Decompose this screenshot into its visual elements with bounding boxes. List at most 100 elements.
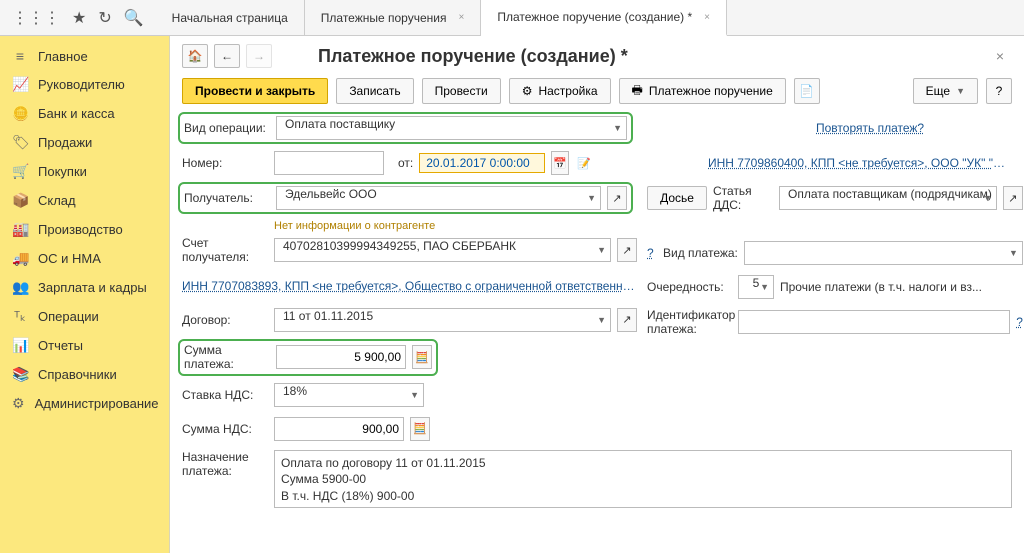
inn-link[interactable]: ИНН 7709860400, КПП <не требуется>, ООО …: [708, 156, 1012, 170]
tab-payment-order-create[interactable]: Платежное поручение (создание) *×: [481, 0, 727, 36]
star-icon[interactable]: ★: [72, 8, 86, 28]
vat-amount-input[interactable]: [274, 417, 404, 441]
more-button[interactable]: Еще▼: [913, 78, 978, 104]
chevron-down-icon: ▼: [613, 123, 622, 133]
contract-label: Договор:: [182, 313, 268, 327]
priority-text: Прочие платежи (в т.ч. налоги и вз...: [780, 280, 982, 294]
tab-bar: Начальная страница Платежные поручения× …: [156, 0, 727, 35]
save-button[interactable]: Записать: [336, 78, 413, 104]
calculator-icon[interactable]: 🧮: [410, 417, 430, 441]
forward-button[interactable]: →: [246, 44, 272, 68]
purpose-textarea[interactable]: Оплата по договору 11 от 01.11.2015 Сумм…: [274, 450, 1012, 508]
sidebar-item-bank[interactable]: 🪙Банк и касса: [0, 99, 169, 128]
close-icon[interactable]: ×: [458, 12, 464, 23]
sidebar-item-label: Банк и касса: [38, 106, 115, 121]
box-icon: 📦: [12, 192, 28, 209]
help-icon[interactable]: ?: [1016, 315, 1023, 329]
close-page-button[interactable]: ×: [988, 44, 1012, 68]
sidebar-item-purchases[interactable]: 🛒Покупки: [0, 157, 169, 186]
apps-icon[interactable]: ⋮⋮⋮: [12, 8, 60, 28]
purpose-label: Назначение платежа:: [182, 450, 268, 479]
date-input[interactable]: 20.01.2017 0:00:00: [419, 153, 545, 173]
open-icon[interactable]: ↗: [1003, 186, 1023, 210]
gear-icon: ⚙: [522, 84, 533, 98]
menu-icon: ≡: [12, 48, 28, 64]
amount-input[interactable]: [276, 345, 406, 369]
tab-home[interactable]: Начальная страница: [156, 0, 305, 35]
open-icon[interactable]: ↗: [617, 308, 637, 332]
settings-button[interactable]: ⚙Настройка: [509, 78, 611, 104]
payment-type-select[interactable]: ▼: [744, 241, 1023, 265]
contract-select[interactable]: 11 от 01.11.2015 ▼: [274, 308, 611, 332]
dds-label: Статья ДДС:: [713, 184, 773, 212]
chevron-down-icon: ▼: [760, 282, 769, 292]
chevron-down-icon: ▼: [587, 193, 596, 203]
attach-button[interactable]: 📄: [794, 78, 820, 104]
chevron-down-icon: ▼: [956, 86, 965, 96]
open-icon[interactable]: ↗: [607, 186, 627, 210]
chevron-down-icon: ▼: [1009, 248, 1018, 258]
dds-select[interactable]: Оплата поставщикам (подрядчикам) ▼: [779, 186, 997, 210]
print-button[interactable]: 🖶Платежное поручение: [619, 78, 786, 104]
help-button[interactable]: ?: [986, 78, 1012, 104]
priority-label: Очередность:: [647, 280, 732, 294]
cart-icon: 🛒: [12, 163, 28, 180]
sidebar-item-assets[interactable]: 🚚 ОС и НМА: [0, 244, 169, 273]
sidebar-item-admin[interactable]: ⚙Администрирование: [0, 389, 169, 418]
chevron-down-icon: ▼: [597, 245, 606, 255]
chart-icon: 📈: [12, 76, 28, 93]
post-button[interactable]: Провести: [422, 78, 501, 104]
ledger-icon: ᵀₖ: [12, 308, 28, 325]
sidebar-item-warehouse[interactable]: 📦Склад: [0, 186, 169, 215]
vat-rate-select[interactable]: 18% ▼: [274, 383, 424, 407]
sidebar-item-label: Главное: [38, 49, 88, 64]
report-icon: 📊: [12, 337, 28, 354]
search-icon[interactable]: 🔍: [124, 8, 144, 28]
help-icon[interactable]: ?: [647, 246, 657, 260]
sidebar-item-main[interactable]: ≡ Главное: [0, 42, 169, 70]
sidebar-item-label: ОС и НМА: [38, 251, 101, 266]
amount-label: Сумма платежа:: [184, 343, 270, 372]
chevron-down-icon: ▼: [410, 390, 419, 400]
sidebar-item-payroll[interactable]: 👥Зарплата и кадры: [0, 273, 169, 302]
inn2-link[interactable]: ИНН 7707083893, КПП <не требуется>, Обще…: [182, 279, 637, 293]
note-icon[interactable]: 📝: [575, 151, 593, 175]
sidebar-item-catalogs[interactable]: 📚Справочники: [0, 360, 169, 389]
open-icon[interactable]: ↗: [617, 238, 637, 262]
priority-select[interactable]: 5 ▼: [738, 275, 774, 299]
tab-payment-orders[interactable]: Платежные поручения×: [305, 0, 482, 35]
identifier-label: Идентификатор платежа:: [647, 308, 732, 337]
calendar-icon[interactable]: 📅: [551, 151, 569, 175]
sidebar-item-production[interactable]: 🏭Производство: [0, 215, 169, 244]
vat-amount-label: Сумма НДС:: [182, 422, 268, 436]
topbar: ⋮⋮⋮ ★ ↻ 🔍 Начальная страница Платежные п…: [0, 0, 1024, 36]
sidebar-item-reports[interactable]: 📊Отчеты: [0, 331, 169, 360]
home-button[interactable]: 🏠: [182, 44, 208, 68]
number-input[interactable]: [274, 151, 384, 175]
people-icon: 👥: [12, 279, 28, 296]
chevron-down-icon: ▼: [983, 193, 992, 203]
chevron-down-icon: ▼: [597, 315, 606, 325]
tag-icon: 🏷: [12, 134, 28, 151]
close-icon[interactable]: ×: [704, 12, 710, 23]
recipient-select[interactable]: Эдельвейс ООО ▼: [276, 186, 601, 210]
post-close-button[interactable]: Провести и закрыть: [182, 78, 328, 104]
account-label: Счет получателя:: [182, 236, 268, 265]
dossier-button[interactable]: Досье: [647, 186, 707, 210]
calculator-icon[interactable]: 🧮: [412, 345, 432, 369]
history-icon[interactable]: ↻: [98, 8, 111, 28]
sidebar-item-sales[interactable]: 🏷Продажи: [0, 128, 169, 157]
repeat-payment-link[interactable]: Повторять платеж?: [816, 121, 924, 135]
recipient-label: Получатель:: [184, 191, 270, 205]
sidebar-item-operations[interactable]: ᵀₖОперации: [0, 302, 169, 331]
date-label: от:: [398, 156, 413, 170]
identifier-input[interactable]: [738, 310, 1010, 334]
truck-icon: 🚚: [12, 250, 28, 267]
sidebar-item-manager[interactable]: 📈Руководителю: [0, 70, 169, 99]
sidebar: ≡ Главное 📈Руководителю 🪙Банк и касса 🏷Пр…: [0, 36, 170, 553]
back-button[interactable]: ←: [214, 44, 240, 68]
printer-icon: 🖶: [632, 81, 643, 102]
operation-type-select[interactable]: Оплата поставщику ▼: [276, 116, 627, 140]
books-icon: 📚: [12, 366, 28, 383]
account-select[interactable]: 40702810399994349255, ПАО СБЕРБАНК ▼: [274, 238, 611, 262]
